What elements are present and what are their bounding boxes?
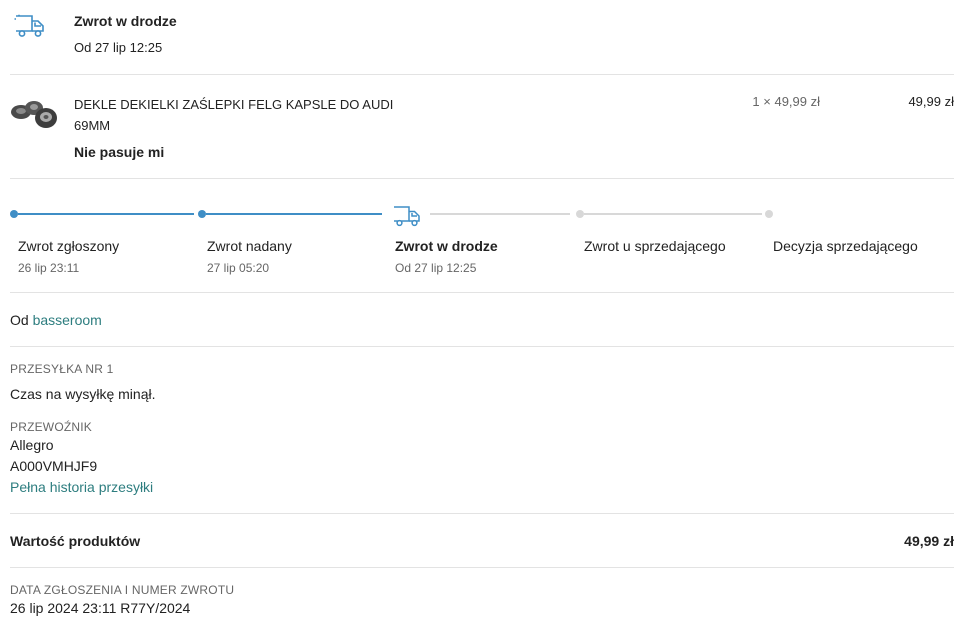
- progress-line-done: [18, 213, 194, 215]
- step-label-seller-decision: Decyzja sprzedającego: [773, 238, 918, 254]
- step-dot-completed: [10, 210, 18, 218]
- step-date-sent: 27 lip 05:20: [207, 261, 270, 275]
- step-date-in-transit: Od 27 lip 12:25: [395, 261, 477, 275]
- shipment-label: PRZESYŁKA NR 1: [10, 362, 114, 376]
- product-quantity-price: 1 × 49,99 zł: [752, 94, 820, 109]
- divider: [10, 346, 954, 347]
- request-date-number-value: 26 lip 2024 23:11 R77Y/2024: [10, 600, 191, 616]
- carrier-name: Allegro: [10, 437, 54, 453]
- step-dot-pending: [576, 210, 584, 218]
- step-label-reported: Zwrot zgłoszony: [18, 238, 120, 254]
- carrier-label: PRZEWOŹNIK: [10, 420, 92, 434]
- product-image[interactable]: [10, 98, 58, 132]
- return-status-date: Od 27 lip 12:25: [74, 40, 163, 55]
- tracking-number: A000VMHJF9: [10, 458, 98, 474]
- products-value-amount: 49,99 zł: [904, 533, 954, 549]
- products-value-label: Wartość produktów: [10, 533, 141, 549]
- shipment-status: Czas na wysyłkę minął.: [10, 386, 156, 402]
- divider: [10, 513, 954, 514]
- seller-row: Od basseroom: [10, 312, 102, 328]
- truck-icon: [394, 206, 420, 227]
- request-date-number-label: DATA ZGŁOSZENIA I NUMER ZWROTU: [10, 583, 235, 597]
- seller-link[interactable]: basseroom: [33, 312, 102, 328]
- progress-line-done: [206, 213, 382, 215]
- step-label-at-seller: Zwrot u sprzedającego: [584, 238, 726, 254]
- step-label-sent: Zwrot nadany: [207, 238, 292, 254]
- progress-line-pending: [584, 213, 762, 215]
- divider: [10, 178, 954, 179]
- return-status-title: Zwrot w drodze: [74, 13, 177, 29]
- step-label-in-transit: Zwrot w drodze: [395, 238, 498, 254]
- step-dot-completed: [198, 210, 206, 218]
- seller-prefix: Od: [10, 312, 29, 328]
- return-reason: Nie pasuje mi: [74, 144, 165, 160]
- shipment-history-link[interactable]: Pełna historia przesyłki: [10, 479, 153, 495]
- divider: [10, 74, 954, 75]
- divider: [10, 292, 954, 293]
- product-name-link[interactable]: DEKLE DEKIELKI ZAŚLEPKI FELG KAPSLE DO A…: [74, 94, 404, 136]
- product-total: 49,99 zł: [908, 94, 954, 109]
- truck-icon: [14, 14, 44, 37]
- step-date-reported: 26 lip 23:11: [18, 261, 80, 275]
- divider: [10, 567, 954, 568]
- progress-line-pending: [430, 213, 570, 215]
- step-dot-pending: [765, 210, 773, 218]
